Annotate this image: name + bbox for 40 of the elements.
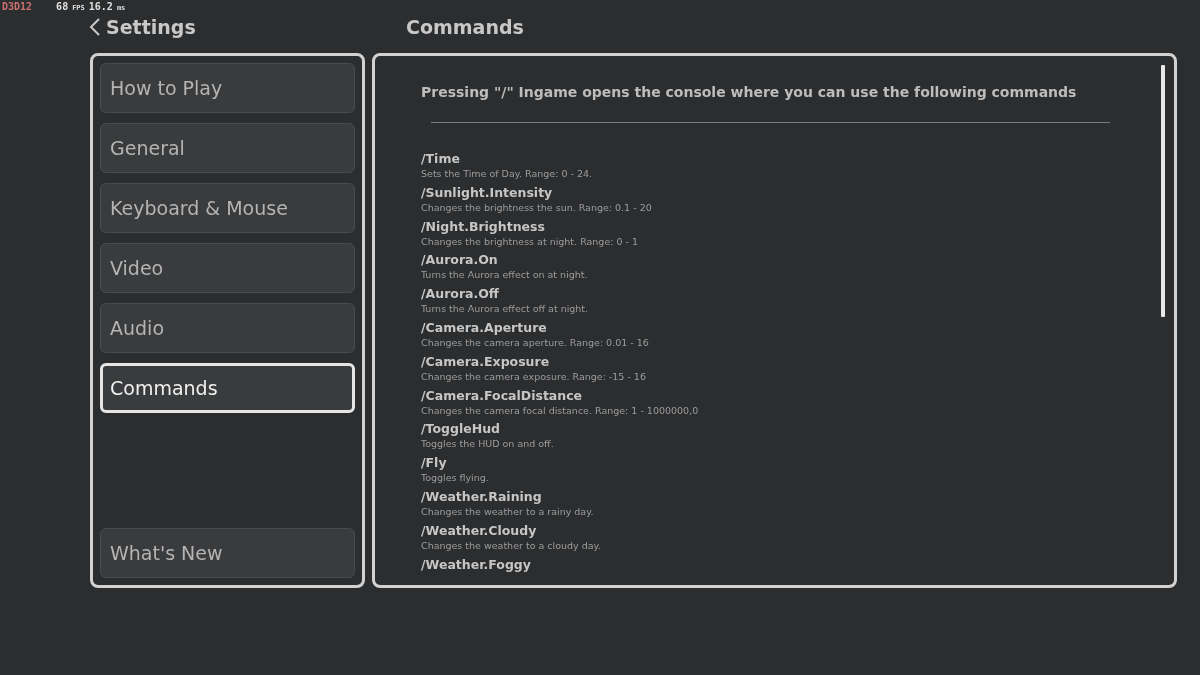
command-description: Toggles the HUD on and off. xyxy=(421,437,555,451)
command-name: /Weather.Cloudy xyxy=(421,522,538,539)
command-description: Changes the brightness at night. Range: 0 - 1 xyxy=(421,234,639,248)
command-description: Changes the weather to a cloudy day. xyxy=(421,538,602,552)
command-name: /Weather.Raining xyxy=(421,488,543,505)
command-name: /Aurora.On xyxy=(421,252,499,269)
command-description: Changes the camera aperture. Range: 0.01 - 16 xyxy=(421,336,650,349)
command-name: /Aurora.Off xyxy=(421,286,500,303)
command-description: Sets the Time of Day. Range: 0 - 24. xyxy=(421,167,594,180)
chevron-left-icon xyxy=(88,16,102,37)
command-description: Changes the brightness the sun. Range: 0.1 - 20 xyxy=(421,200,653,214)
command-name: /Camera.FocalDistance xyxy=(421,387,584,404)
fps-value: 68 xyxy=(56,1,69,12)
command-description: Changes the camera exposure. Range: -15 - 16 xyxy=(421,369,647,383)
command-name: /ToggleHud xyxy=(421,421,501,438)
command-description: Turns the Aurora effect on at night. xyxy=(421,268,589,282)
command-description: Changes the camera focal distance. Range: 1 - 1000000,0 xyxy=(421,403,700,417)
command-name: /Weather.Foggy xyxy=(421,556,532,573)
back-button[interactable]: Settings xyxy=(88,15,358,38)
command-description: Changes the weather to a rainy day. xyxy=(421,504,595,518)
intro-text: Pressing "/" Ingame opens the console where you can use the following commands xyxy=(421,83,1078,102)
command-description: Toggles flying. xyxy=(421,471,490,485)
command-name: /Fly xyxy=(421,455,448,472)
graphics-api-label: D3D12 xyxy=(2,1,33,12)
sidebar-item[interactable]: How to Play xyxy=(100,63,355,113)
command-name: /Sunlight.Intensity xyxy=(421,184,554,201)
sidebar-item[interactable]: Audio xyxy=(100,303,355,353)
frame-time-value: 16.2 xyxy=(88,1,113,12)
command-name: /Camera.Aperture xyxy=(421,320,548,336)
sidebar-item[interactable]: Video xyxy=(100,243,355,293)
section-title: Commands xyxy=(406,15,524,38)
command-name: /Time xyxy=(421,151,461,167)
command-name: /Night.Brightness xyxy=(421,218,546,235)
command-description: Turns the Aurora effect off at night. xyxy=(421,302,590,316)
sidebar-item[interactable]: General xyxy=(100,123,355,173)
scrollbar-thumb[interactable] xyxy=(1161,65,1165,317)
command-name: /Camera.Exposure xyxy=(421,353,551,370)
sidebar-item[interactable]: Keyboard & Mouse xyxy=(100,183,355,233)
sidebar-item[interactable]: What's New xyxy=(100,528,355,578)
sidebar-item[interactable]: Commands xyxy=(100,363,355,413)
